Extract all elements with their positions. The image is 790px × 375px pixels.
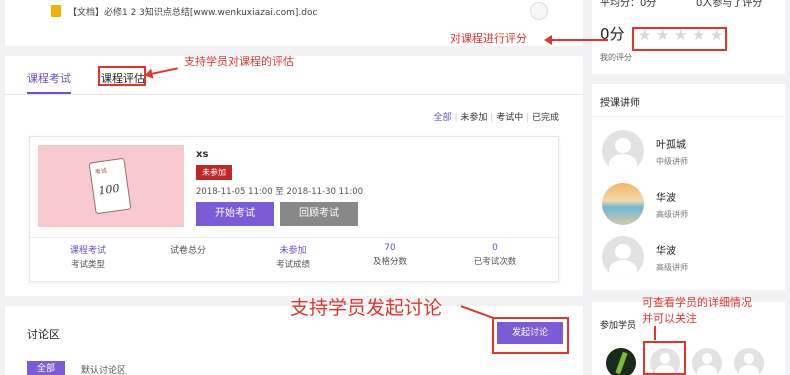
exam-filter-bar: 全部 | 未参加 | 考试中 | 已完成 xyxy=(433,113,559,123)
teachers-panel: 授课讲师 叶孤城 中级讲师 华波 高级讲师 华波 高级讲师 xyxy=(592,84,785,290)
teacher-name[interactable]: 华波 xyxy=(656,242,676,257)
document-title[interactable]: 【文档】必修1 2 3知识点总结[www.wenkuxiazai.com].do… xyxy=(68,5,317,18)
annotation-rate-course: 对课程进行评分 xyxy=(450,32,527,45)
teacher-level: 高级讲师 xyxy=(656,210,688,219)
exam-stat: 课程考试 考试类型 xyxy=(69,246,106,270)
my-rating-label: 我的评分 xyxy=(600,53,632,62)
filter-completed[interactable]: 已完成 xyxy=(532,113,559,123)
start-exam-button[interactable]: 开始考试 xyxy=(196,202,274,226)
annotation-student-line2: 并可以关注 xyxy=(642,312,697,325)
filter-not-joined[interactable]: 未参加 xyxy=(460,113,487,123)
rating-count: 0人参与了评分 xyxy=(696,0,763,9)
discussion-tab-all[interactable]: 全部 xyxy=(27,361,65,375)
tab-divider xyxy=(5,94,583,95)
average-score: 平均分：0分 xyxy=(600,0,657,9)
annotation-box-evaluate-tab xyxy=(98,66,146,86)
avatar[interactable] xyxy=(692,348,722,375)
exam-stat: 70 及格分数 xyxy=(372,243,407,267)
avatar[interactable] xyxy=(602,236,644,278)
students-title: 参加学员 xyxy=(600,321,637,331)
exam-stat: 未参加 考试成绩 xyxy=(275,246,310,270)
teacher-name[interactable]: 叶孤城 xyxy=(656,136,686,151)
annotation-box-discussion xyxy=(492,317,569,354)
annotation-student-line1: 可查看学员的详细情况 xyxy=(642,296,752,309)
avatar[interactable] xyxy=(606,348,636,375)
exam-status-badge: 未参加 xyxy=(196,165,232,180)
annotation-arrow xyxy=(544,35,608,45)
review-exam-button[interactable]: 回顾考试 xyxy=(280,202,358,226)
teacher-name[interactable]: 华波 xyxy=(656,189,676,204)
avatar[interactable] xyxy=(602,183,644,225)
annotation-arrow xyxy=(654,326,656,340)
annotation-discussion: 支持学员发起讨论 xyxy=(290,297,443,319)
teachers-title: 授课讲师 xyxy=(600,98,640,109)
document-checkbox[interactable] xyxy=(530,2,548,20)
teacher-level: 中级讲师 xyxy=(656,157,688,166)
exam-stat: 试卷总分 xyxy=(169,246,206,256)
exam-title: xs xyxy=(196,149,209,160)
annotation-box-student xyxy=(643,341,686,375)
exam-card: 考试 100 xs 未参加 2018-11-05 11:00 至 2018-11… xyxy=(29,136,559,282)
annotation-box-stars xyxy=(632,27,727,51)
exam-paper-icon: 考试 100 xyxy=(88,157,132,215)
exam-stat: 0 已考试次数 xyxy=(473,243,517,267)
teacher-level: 高级讲师 xyxy=(656,263,688,272)
discussion-title: 讨论区 xyxy=(27,328,60,341)
exam-card-divider xyxy=(30,237,558,238)
teachers-divider xyxy=(592,116,785,117)
annotation-evaluate: 支持学员对课程的评估 xyxy=(184,55,294,68)
filter-in-exam[interactable]: 考试中 xyxy=(496,113,523,123)
default-discussion-area[interactable]: 默认讨论区 xyxy=(81,363,126,375)
document-icon xyxy=(51,5,61,17)
avatar[interactable] xyxy=(602,130,644,172)
exam-panel: 课程考试 课程评估 全部 | 未参加 | 考试中 | 已完成 考试 100 xs… xyxy=(5,56,583,296)
exam-cover: 考试 100 xyxy=(38,145,184,227)
tab-course-exam[interactable]: 课程考试 xyxy=(27,70,71,86)
avatar[interactable] xyxy=(734,348,764,375)
filter-all[interactable]: 全部 xyxy=(434,113,452,123)
exam-date-range: 2018-11-05 11:00 至 2018-11-30 11:00 xyxy=(196,187,364,197)
